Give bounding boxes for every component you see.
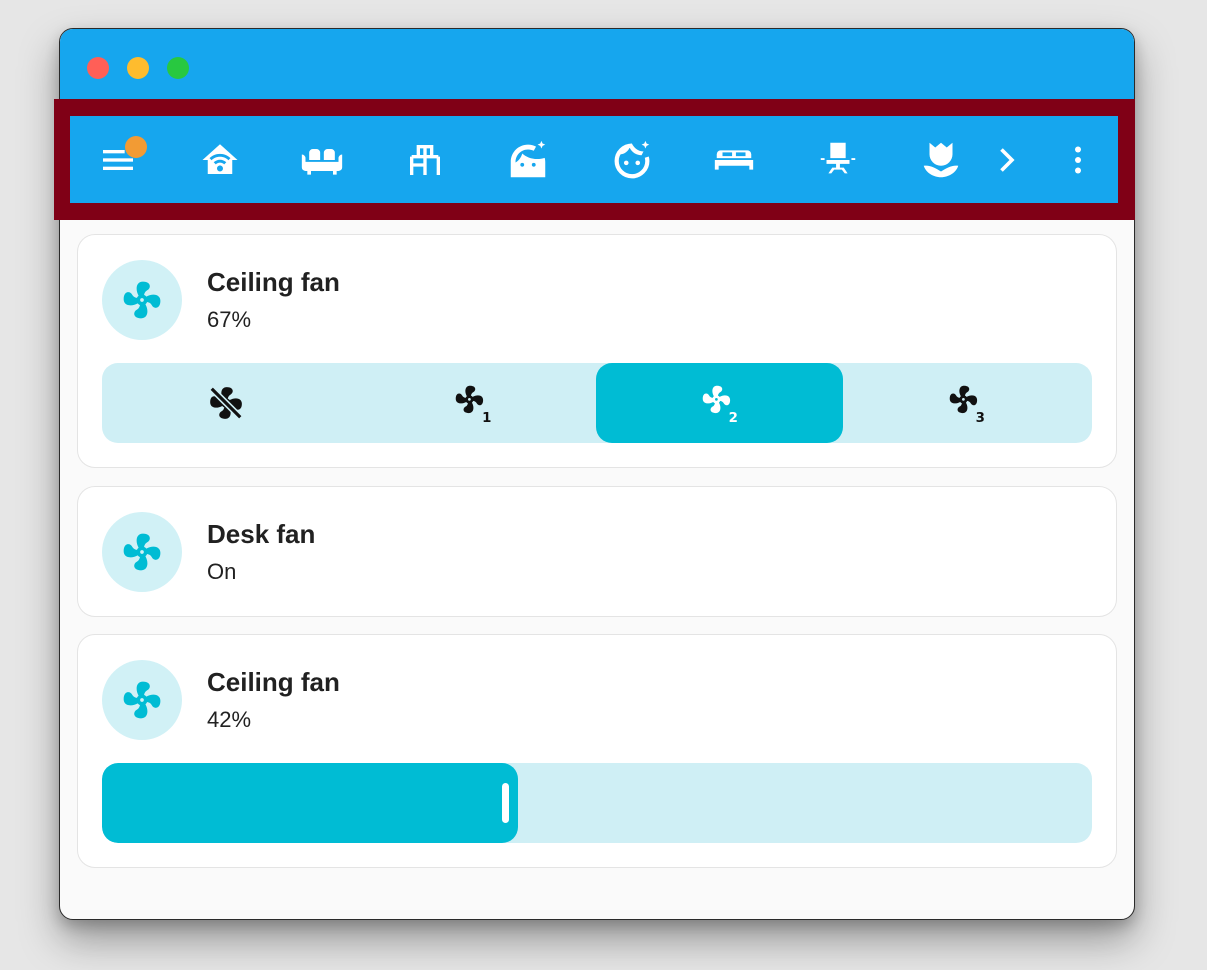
- minimize-window-button[interactable]: [127, 57, 149, 79]
- fan-percentage-slider[interactable]: [102, 763, 1092, 843]
- office-chair-icon: [820, 142, 856, 173]
- desk-icon: [410, 144, 440, 175]
- tab-living-room[interactable]: [292, 116, 352, 203]
- overflow-menu-button[interactable]: [1048, 116, 1108, 203]
- card-title: Ceiling fan: [207, 267, 340, 297]
- slider-thumb[interactable]: [502, 783, 509, 823]
- fan-card-desk-fan[interactable]: Desk fan On: [77, 486, 1117, 617]
- fan-speed-2-button[interactable]: 2: [596, 363, 843, 443]
- zoom-window-button[interactable]: [167, 57, 189, 79]
- tab-bedroom[interactable]: [704, 116, 764, 203]
- tab-garden[interactable]: [911, 116, 971, 203]
- scroll-right-button[interactable]: [976, 116, 1036, 203]
- svg-text:1: 1: [482, 411, 491, 423]
- card-state: 42%: [207, 707, 252, 732]
- fan-speed-presets: 1 2 3: [102, 363, 1092, 443]
- tab-study[interactable]: [395, 116, 455, 203]
- fan-off-button[interactable]: [102, 363, 349, 443]
- fan-icon: [123, 533, 161, 571]
- fan-icon: [123, 681, 161, 719]
- menu-button[interactable]: [88, 116, 148, 203]
- face-woman-icon: [510, 140, 546, 177]
- fan-icon: [123, 281, 161, 319]
- bed-icon: [714, 149, 754, 170]
- tab-boys-room[interactable]: [602, 116, 662, 203]
- close-window-button[interactable]: [87, 57, 109, 79]
- chevron-right-icon: [1000, 147, 1015, 172]
- fan-speed-3-icon: 3: [949, 385, 984, 423]
- fan-speed-2-icon: 2: [702, 385, 737, 423]
- dots-vertical-icon: [1075, 146, 1081, 173]
- fan-speed-1-icon: 1: [455, 385, 491, 423]
- fan-off-icon: [209, 386, 242, 420]
- svg-text:2: 2: [728, 411, 737, 423]
- svg-text:3: 3: [975, 411, 984, 423]
- room-tabs-toolbar: [70, 116, 1118, 203]
- sofa-icon: [301, 148, 343, 175]
- fan-card-ceiling-fan-slider[interactable]: Ceiling fan 42%: [77, 634, 1117, 868]
- flower-icon: [923, 142, 959, 177]
- slider-fill: [102, 763, 518, 843]
- notification-badge: [125, 136, 147, 158]
- card-title: Desk fan: [207, 519, 316, 549]
- fan-speed-3-button[interactable]: 3: [843, 363, 1090, 443]
- fan-speed-1-button[interactable]: 1: [349, 363, 596, 443]
- fan-icon-circle[interactable]: [102, 660, 182, 740]
- card-state: On: [207, 559, 237, 584]
- tab-home[interactable]: [190, 116, 250, 203]
- face-man-icon: [614, 140, 650, 178]
- card-title: Ceiling fan: [207, 667, 340, 697]
- tab-kids-room[interactable]: [498, 116, 558, 203]
- card-state: 67%: [207, 307, 252, 332]
- fan-card-ceiling-fan-presets[interactable]: Ceiling fan 67% 1 2 3: [77, 234, 1117, 468]
- tab-office[interactable]: [808, 116, 868, 203]
- fan-icon-circle[interactable]: [102, 260, 182, 340]
- home-icon: [202, 143, 238, 174]
- title-bar: [60, 29, 1134, 101]
- fan-icon-circle[interactable]: [102, 512, 182, 592]
